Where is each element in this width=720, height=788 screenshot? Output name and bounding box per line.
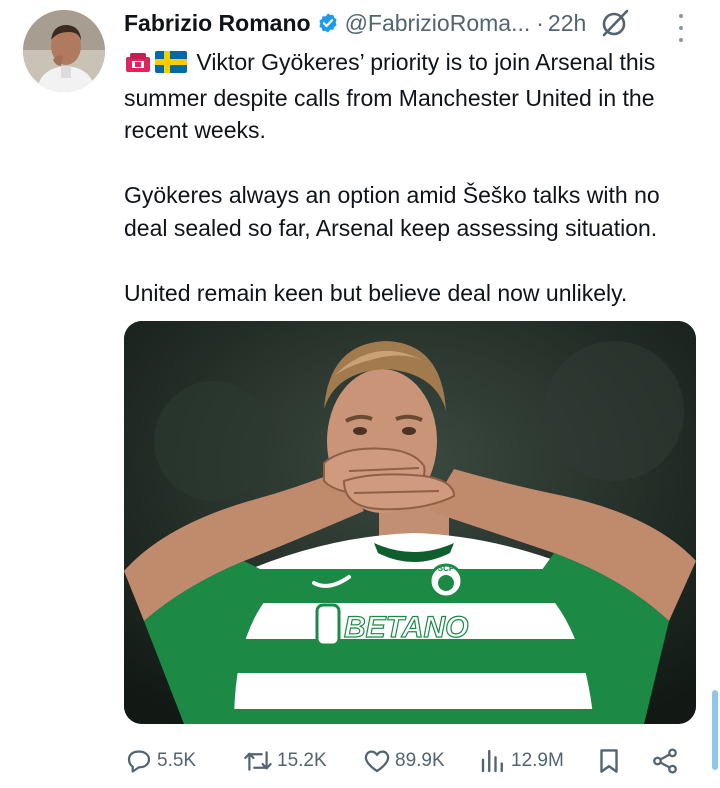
reply-count: 5.5K — [157, 750, 197, 771]
repost-button[interactable]: 15.2K — [242, 744, 327, 778]
author-name[interactable]: Fabrizio Romano — [124, 10, 311, 37]
author-handle[interactable]: @FabrizioRoma... — [345, 10, 531, 37]
verified-badge-icon — [317, 12, 339, 34]
sweden-flag-emoji — [155, 49, 187, 82]
more-options-icon[interactable] — [672, 12, 690, 44]
bookmark-icon — [594, 746, 624, 776]
jersey-sponsor: BETANO — [315, 603, 469, 647]
repost-count: 15.2K — [277, 750, 327, 771]
grok-icon[interactable] — [600, 8, 630, 38]
like-count: 89.9K — [395, 750, 445, 771]
views-chart-icon — [478, 746, 508, 776]
repost-icon — [242, 746, 274, 776]
police-light-emoji — [124, 49, 152, 82]
tweet-media-image[interactable]: BETANO SCP — [124, 321, 696, 724]
jersey-sponsor-text: BETANO — [344, 611, 468, 644]
tweet-text: Viktor Gyökeres’ priority is to join Ars… — [124, 46, 699, 309]
club-crest: SCP — [428, 563, 464, 599]
tweet-paragraph-2: Gyökeres always an option amid Šeško tal… — [124, 182, 660, 241]
heart-icon — [362, 746, 392, 776]
tweet-paragraph: Viktor Gyökeres’ priority is to join Ars… — [124, 46, 699, 147]
club-crest-text: SCP — [438, 564, 455, 573]
tweet-header: Fabrizio Romano @FabrizioRoma... · 22h — [124, 8, 630, 38]
like-button[interactable]: 89.9K — [362, 744, 445, 778]
scrollbar[interactable] — [712, 690, 718, 770]
tweet-paragraph-1: Viktor Gyökeres’ priority is to join Ars… — [124, 49, 656, 143]
bookmark-button[interactable] — [594, 744, 624, 778]
share-button[interactable] — [650, 744, 680, 778]
reply-icon — [124, 746, 154, 776]
tweet-paragraph-3: United remain keen but believe deal now … — [124, 279, 628, 306]
views-button[interactable]: 12.9M — [478, 744, 564, 778]
tweet-actions: 5.5K 15.2K 89.9K 12.9M — [124, 744, 696, 778]
timestamp[interactable]: 22h — [548, 10, 586, 37]
avatar[interactable] — [23, 10, 105, 92]
views-count: 12.9M — [511, 750, 564, 771]
separator-dot: · — [536, 9, 544, 36]
share-icon — [650, 746, 680, 776]
reply-button[interactable]: 5.5K — [124, 744, 196, 778]
